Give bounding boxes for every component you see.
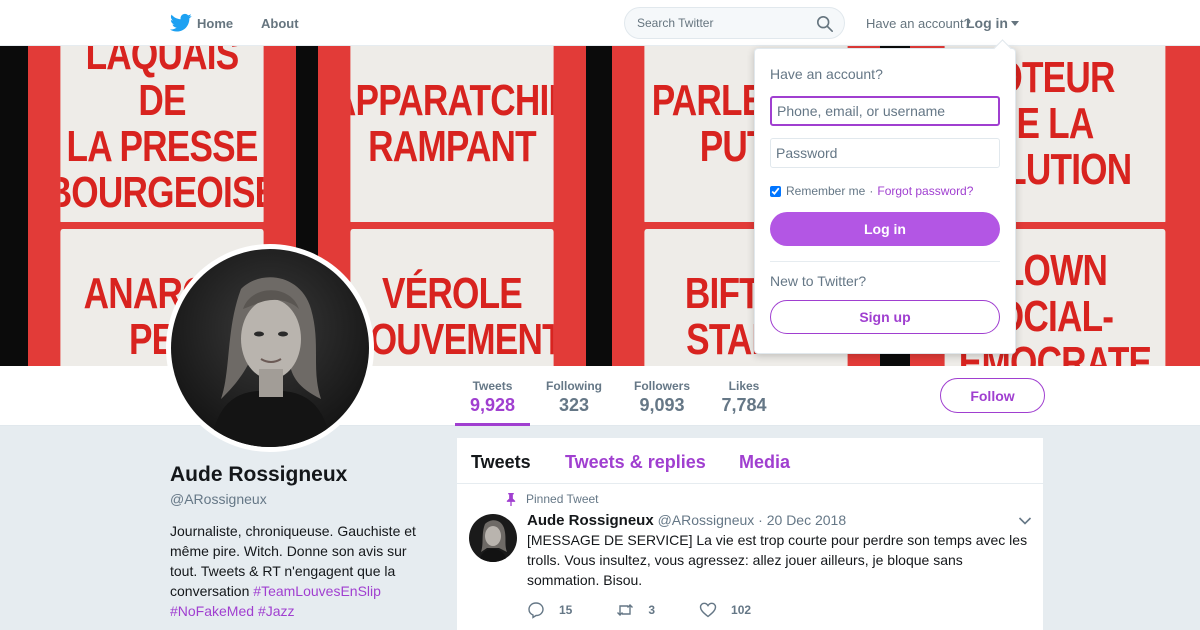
hashtag-link[interactable]: #Jazz [258, 603, 295, 619]
timeline: Tweets Tweets & replies Media Pinned Twe… [456, 437, 1044, 630]
banner-sign-text: VÉROLE MOUVEMENT [350, 229, 554, 366]
reply-count: 15 [559, 603, 573, 617]
remember-row: Remember me · Forgot password? [770, 184, 973, 198]
profile-bio: Journaliste, chroniqueuse. Gauchiste et … [170, 521, 435, 621]
stat-tweets[interactable]: Tweets 9,928 [455, 366, 530, 426]
profile-handle[interactable]: @ARossigneux [170, 491, 267, 507]
stat-value: 9,928 [469, 395, 516, 415]
top-navigation-bar: Home About Have an account? Log in [0, 0, 1200, 46]
banner-sign-line: BOURGEOISE [60, 167, 263, 217]
reply-icon [528, 602, 544, 619]
caret-down-icon [1011, 20, 1019, 26]
remember-label[interactable]: Remember me [786, 184, 865, 198]
signup-button[interactable]: Sign up [770, 300, 1000, 334]
home-link[interactable]: Home [170, 13, 233, 33]
pinned-text: Pinned Tweet [526, 492, 599, 506]
hashtag-link[interactable]: #NoFakeMed [170, 603, 254, 619]
tweet-header: Aude Rossigneux @ARossigneux · 20 Dec 20… [527, 512, 846, 529]
login-button[interactable]: Log in [770, 212, 1000, 246]
pin-icon [506, 492, 516, 506]
password-field[interactable] [770, 138, 1000, 168]
tweet-avatar[interactable] [469, 514, 517, 562]
tweet-date[interactable]: 20 Dec 2018 [767, 512, 846, 528]
banner-sign-line: LAQUAIS DE [85, 46, 240, 125]
stat-value: 9,093 [639, 395, 685, 415]
search-box [624, 7, 845, 39]
stat-followers[interactable]: Followers 9,093 [628, 366, 696, 426]
home-label: Home [197, 15, 234, 31]
tab-tweets[interactable]: Tweets [471, 452, 531, 473]
stat-value: 7,784 [721, 395, 767, 415]
retweet-button[interactable]: 3 [616, 601, 655, 619]
login-toggle-label: Log in [966, 15, 1008, 31]
pinned-tweet-label: Pinned Tweet [505, 492, 599, 506]
tab-media[interactable]: Media [739, 452, 790, 473]
stat-label: Followers [633, 379, 690, 393]
stat-label: Likes [728, 379, 760, 393]
follow-button[interactable]: Follow [940, 378, 1045, 413]
stat-label: Following [546, 379, 602, 393]
banner-sign-line: LOWN [1002, 246, 1108, 295]
tweet-author[interactable]: Aude Rossigneux [527, 512, 654, 529]
tweet-handle[interactable]: @ARossigneux [658, 512, 755, 528]
stat-likes[interactable]: Likes 7,784 [716, 366, 772, 426]
have-account-text: Have an account? [866, 16, 971, 31]
chevron-down-icon[interactable] [1018, 516, 1032, 526]
retweet-count: 3 [648, 603, 656, 617]
tweet-text: [MESSAGE DE SERVICE] La vie est trop cou… [527, 532, 1028, 588]
profile-name: Aude Rossigneux [170, 463, 348, 486]
about-link[interactable]: About [261, 16, 299, 31]
profile-avatar[interactable] [166, 244, 374, 452]
stat-value: 323 [558, 395, 590, 415]
search-icon[interactable] [816, 15, 834, 33]
divider [770, 261, 1000, 262]
banner-sign-line: RAMPANT [368, 121, 537, 171]
banner-sign-line: LA PRESSE [66, 121, 258, 171]
reply-button[interactable]: 15 [527, 601, 572, 619]
banner-sign-line: VÉROLE [382, 269, 523, 318]
banner-sign-text: LAQUAIS DELA PRESSEBOURGEOISE [60, 46, 264, 224]
banner-sign-line: E LA [1016, 98, 1095, 148]
dropdown-title: Have an account? [770, 66, 883, 82]
stat-following[interactable]: Following 323 [540, 366, 608, 426]
timeline-tabs: Tweets Tweets & replies Media [457, 438, 1043, 484]
search-input[interactable] [637, 16, 807, 30]
login-dropdown-toggle[interactable]: Log in [966, 15, 1019, 31]
remember-separator: · [869, 184, 874, 198]
banner-sign-text: APPARATCHIKRAMPANT [350, 46, 554, 224]
heart-icon [699, 602, 717, 618]
tweet-actions: 15 3 102 [527, 601, 795, 619]
hashtag-link[interactable]: #TeamLouvesEnSlip [253, 583, 381, 599]
tab-tweets-replies[interactable]: Tweets & replies [565, 452, 706, 473]
like-count: 102 [731, 603, 752, 617]
login-dropdown: Have an account? Remember me · Forgot pa… [754, 48, 1016, 354]
banner-sign: LAQUAIS DELA PRESSEBOURGEOISE [28, 46, 296, 231]
new-to-twitter-text: New to Twitter? [770, 273, 867, 289]
retweet-icon [617, 604, 634, 616]
banner-sign: APPARATCHIKRAMPANT [318, 46, 586, 231]
forgot-password-link[interactable]: Forgot password? [877, 184, 973, 198]
banner-sign-line: MOUVEMENT [350, 315, 554, 364]
stat-label: Tweets [472, 379, 513, 393]
avatar [171, 249, 369, 447]
tweet-separator: · [758, 512, 763, 528]
remember-checkbox[interactable] [770, 185, 781, 197]
banner-sign-line: APPARATCHIK [350, 75, 553, 125]
username-field[interactable] [770, 96, 1000, 126]
twitter-bird-icon [170, 13, 192, 32]
like-button[interactable]: 102 [699, 601, 751, 619]
